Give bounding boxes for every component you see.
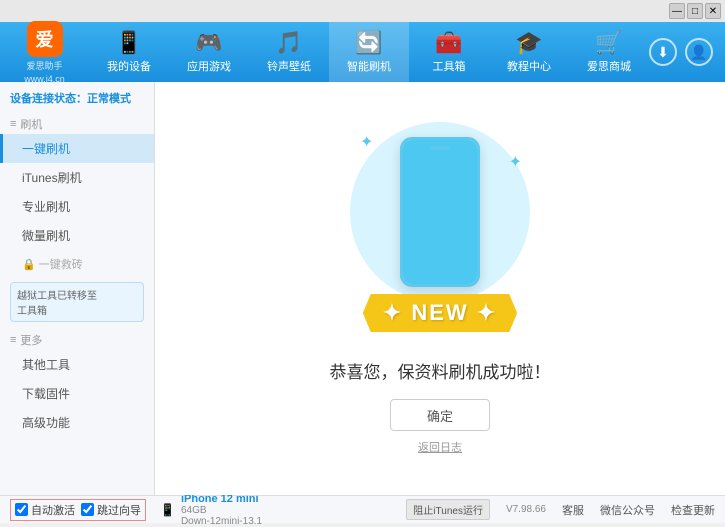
skip-wizard-input[interactable]: [81, 503, 94, 516]
sidebar-item-other-tools[interactable]: 其他工具: [0, 350, 154, 379]
bottom-left: 自动激活 跳过向导 📱 iPhone 12 mini 64GB Down-12m…: [10, 493, 262, 527]
nav-right: ⬇ 👤: [649, 38, 725, 66]
phone-body: [400, 137, 480, 287]
sparkle-right: ✦: [509, 152, 522, 172]
wechat-link[interactable]: 微信公众号: [600, 502, 655, 518]
logo-name: 爱思助手: [26, 59, 62, 72]
sidebar-notice: 越狱工具已转移至工具箱: [10, 282, 144, 322]
sidebar-more-header: ≡ 更多: [0, 326, 154, 350]
nav-ringtones-label: 铃声壁纸: [267, 58, 311, 74]
checkbox-group: 自动激活 跳过向导: [10, 499, 146, 521]
customer-service-link[interactable]: 客服: [562, 502, 584, 518]
skip-wizard-checkbox[interactable]: 跳过向导: [81, 502, 141, 518]
device-info: 📱 iPhone 12 mini 64GB Down-12mini-13.1: [160, 493, 262, 527]
sidebar-flash-header: ≡ 刷机: [0, 110, 154, 134]
new-ribbon: ✦ NEW ✦: [363, 294, 517, 332]
sidebar-item-save-flash[interactable]: 微量刷机: [0, 221, 154, 250]
main-layout: 设备连接状态：正常模式 ≡ 刷机 一键刷机 iTunes刷机 专业刷机 微量刷机…: [0, 82, 725, 495]
back-link[interactable]: 返回日志: [418, 439, 462, 455]
rescue-label: 一键救砖: [39, 259, 83, 271]
device-status: 设备连接状态：正常模式: [0, 86, 154, 110]
flash-section-label: 刷机: [20, 116, 42, 132]
save-flash-label: 微量刷机: [22, 229, 70, 243]
sidebar-item-pro-flash[interactable]: 专业刷机: [0, 192, 154, 221]
sidebar-item-download-firmware[interactable]: 下载固件: [0, 379, 154, 408]
more-section-label: 更多: [20, 332, 42, 348]
user-button[interactable]: 👤: [685, 38, 713, 66]
sidebar-item-advanced[interactable]: 高级功能: [0, 408, 154, 437]
flash-section-icon: ≡: [10, 118, 16, 130]
sidebar-item-one-click-flash[interactable]: 一键刷机: [0, 134, 154, 163]
phone-screen: [403, 140, 477, 284]
title-bar: — □ ✕: [0, 0, 725, 22]
one-click-flash-label: 一键刷机: [22, 142, 70, 156]
apps-icon: 🎮: [195, 30, 222, 56]
smart-flash-icon: 🔄: [355, 30, 382, 56]
device-version: Down-12mini-13.1: [181, 516, 262, 527]
bottom-right: 阻止iTunes运行 V7.98.66 客服 微信公众号 检查更新: [406, 499, 715, 520]
nav-apps-games[interactable]: 🎮 应用游戏: [169, 22, 249, 82]
nav-my-device-label: 我的设备: [107, 58, 151, 74]
status-label: 设备连接状态：: [10, 93, 87, 105]
itunes-flash-label: iTunes刷机: [22, 171, 82, 185]
stop-itunes-button[interactable]: 阻止iTunes运行: [406, 499, 490, 520]
other-tools-label: 其他工具: [22, 358, 70, 372]
maximize-button[interactable]: □: [687, 3, 703, 19]
device-storage: 64GB: [181, 505, 262, 516]
nav-tutorial-label: 教程中心: [507, 58, 551, 74]
ringtones-icon: 🎵: [275, 30, 302, 56]
nav-smart-flash-label: 智能刷机: [347, 58, 391, 74]
mall-icon: 🛒: [595, 30, 622, 56]
nav-my-device[interactable]: 📱 我的设备: [89, 22, 169, 82]
nav-ringtones[interactable]: 🎵 铃声壁纸: [249, 22, 329, 82]
version-label: V7.98.66: [506, 504, 546, 515]
more-section-icon: ≡: [10, 334, 16, 346]
tutorial-icon: 🎓: [515, 30, 542, 56]
download-firmware-label: 下载固件: [22, 387, 70, 401]
close-button[interactable]: ✕: [705, 3, 721, 19]
nav-items: 📱 我的设备 🎮 应用游戏 🎵 铃声壁纸 🔄 智能刷机 🧰 工具箱 🎓 教程中心…: [89, 22, 649, 82]
nav-smart-flash[interactable]: 🔄 智能刷机: [329, 22, 409, 82]
auto-connect-label: 自动激活: [31, 502, 75, 518]
device-details: iPhone 12 mini 64GB Down-12mini-13.1: [181, 493, 262, 527]
nav-mall[interactable]: 🛒 爱思商城: [569, 22, 649, 82]
logo-icon: 爱: [27, 21, 63, 57]
phone-notch: [430, 146, 450, 150]
notice-text: 越狱工具已转移至工具箱: [17, 291, 97, 317]
minimize-button[interactable]: —: [669, 3, 685, 19]
nav-toolbox[interactable]: 🧰 工具箱: [409, 22, 489, 82]
nav-toolbox-label: 工具箱: [433, 58, 466, 74]
lock-icon: 🔒: [22, 259, 36, 271]
device-icon-small: 📱: [160, 503, 175, 517]
toolbox-icon: 🧰: [435, 30, 462, 56]
bottom-bar: 自动激活 跳过向导 📱 iPhone 12 mini 64GB Down-12m…: [0, 495, 725, 523]
advanced-label: 高级功能: [22, 416, 70, 430]
skip-wizard-label: 跳过向导: [97, 502, 141, 518]
content-area: ✦ ✦ ✦ NEW ✦ 恭喜您，保资料刷机成功啦！ 确定 返回日志: [155, 82, 725, 495]
confirm-button[interactable]: 确定: [390, 399, 490, 431]
header: 爱 爱思助手 www.i4.cn 📱 我的设备 🎮 应用游戏 🎵 铃声壁纸 🔄 …: [0, 22, 725, 82]
nav-tutorial[interactable]: 🎓 教程中心: [489, 22, 569, 82]
check-update-link[interactable]: 检查更新: [671, 502, 715, 518]
status-value: 正常模式: [87, 93, 131, 105]
phone-illustration: ✦ ✦ ✦ NEW ✦: [340, 122, 540, 342]
nav-apps-label: 应用游戏: [187, 58, 231, 74]
sidebar: 设备连接状态：正常模式 ≡ 刷机 一键刷机 iTunes刷机 专业刷机 微量刷机…: [0, 82, 155, 495]
success-text: 恭喜您，保资料刷机成功啦！: [330, 358, 551, 383]
device-icon: 📱: [115, 30, 142, 56]
download-button[interactable]: ⬇: [649, 38, 677, 66]
auto-connect-input[interactable]: [15, 503, 28, 516]
pro-flash-label: 专业刷机: [22, 200, 70, 214]
sparkle-left: ✦: [360, 132, 373, 152]
logo[interactable]: 爱 爱思助手 www.i4.cn: [0, 21, 89, 84]
auto-connect-checkbox[interactable]: 自动激活: [15, 502, 75, 518]
sidebar-rescue-section: 🔒 一键救砖: [0, 250, 154, 278]
nav-mall-label: 爱思商城: [587, 58, 631, 74]
sidebar-item-itunes-flash[interactable]: iTunes刷机: [0, 163, 154, 192]
